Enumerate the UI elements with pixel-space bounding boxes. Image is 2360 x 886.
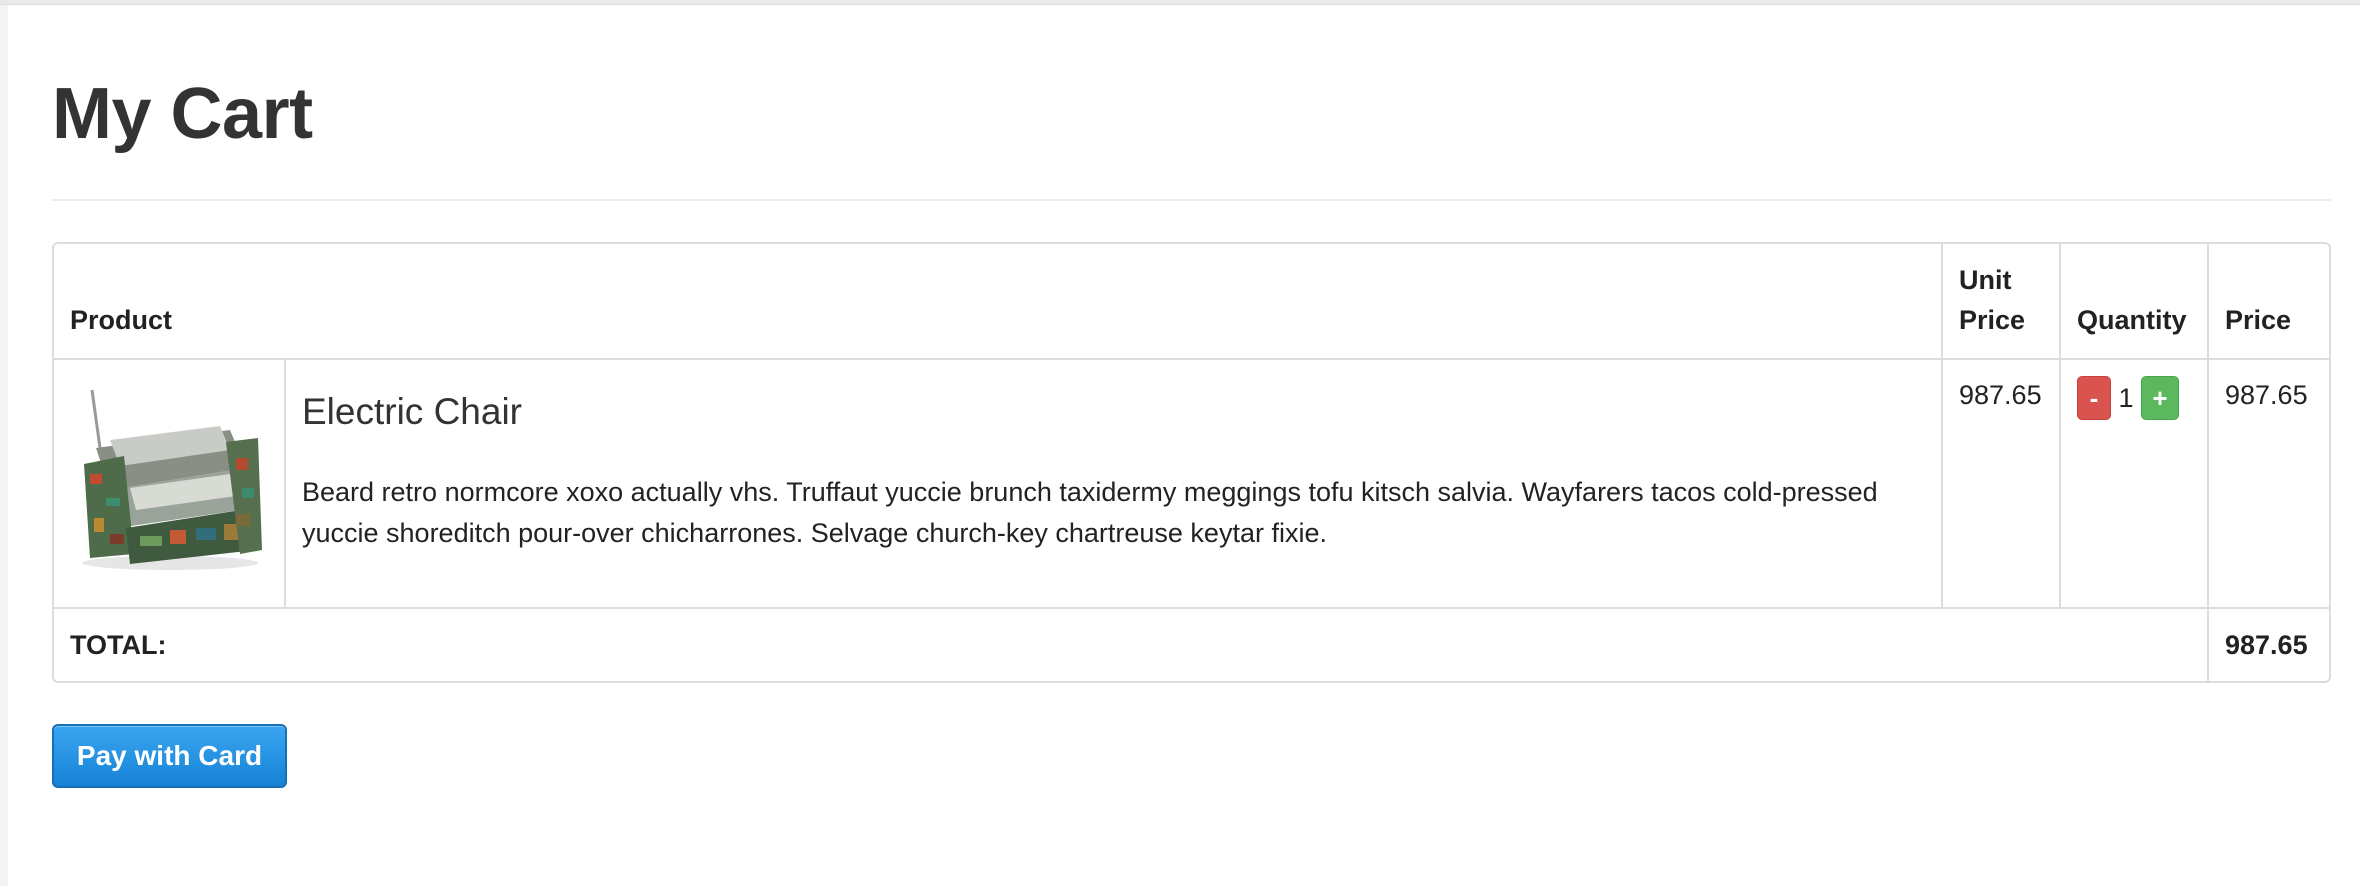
cart-table: Product Unit Price Quantity Price Electr… [52, 242, 2331, 683]
decrement-quantity-button[interactable]: - [2077, 376, 2111, 420]
top-border [0, 0, 2360, 5]
total-row: TOTAL: 987.65 [54, 607, 2329, 681]
header-product: Product [70, 305, 173, 335]
table-header-row: Product Unit Price Quantity Price [54, 244, 2329, 358]
total-label: TOTAL: [54, 607, 2207, 681]
product-image-cell [54, 358, 284, 607]
left-rail [0, 5, 8, 886]
product-details-cell: Electric Chair Beard retro normcore xoxo… [284, 358, 1941, 607]
table-row: Electric Chair Beard retro normcore xoxo… [54, 358, 2329, 607]
header-price: Price [2207, 244, 2329, 358]
pay-with-card-button[interactable]: Pay with Card [52, 724, 287, 788]
product-name[interactable]: Electric Chair [302, 390, 1925, 434]
increment-quantity-button[interactable]: + [2141, 376, 2179, 420]
title-divider [52, 199, 2331, 201]
page-title: My Cart [52, 74, 313, 154]
quantity-stepper: -1 + [2059, 358, 2207, 607]
header-unit-price: Unit Price [1941, 244, 2059, 358]
product-description: Beard retro normcore xoxo actually vhs. … [302, 477, 1878, 549]
product-image[interactable] [70, 378, 270, 578]
price-cell: 987.65 [2207, 358, 2329, 607]
total-value: 987.65 [2207, 607, 2329, 681]
unit-price-cell: 987.65 [1941, 358, 2059, 607]
quantity-value: 1 [2118, 382, 2134, 413]
header-quantity: Quantity [2059, 244, 2207, 358]
